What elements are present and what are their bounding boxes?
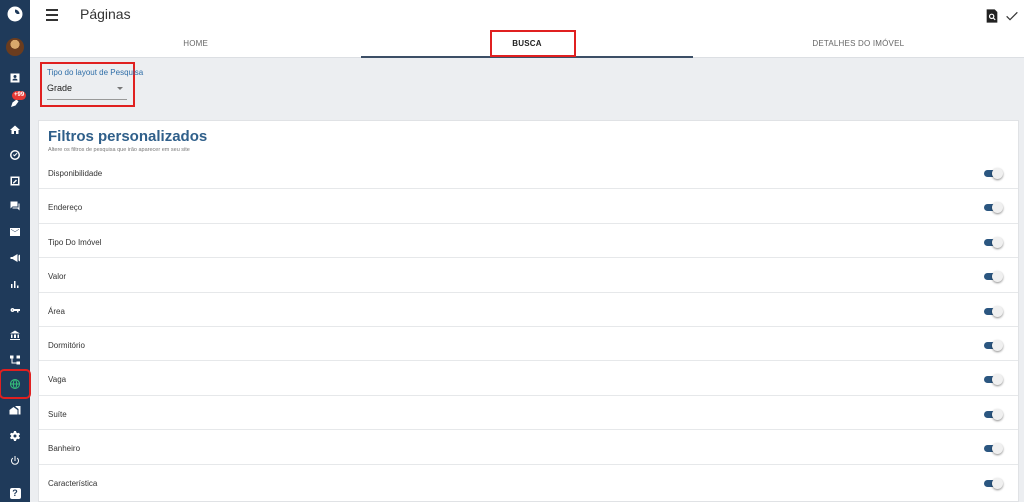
layout-type-label: Tipo do layout de Pesquisa xyxy=(47,68,144,77)
filters-title: Filtros personalizados xyxy=(48,128,208,145)
toggle-thumb xyxy=(992,271,1003,283)
filter-row: Vaga xyxy=(39,361,1018,396)
filter-row: Suíte xyxy=(39,396,1018,431)
filter-label: Característica xyxy=(48,478,98,488)
filter-row: Tipo Do Imóvel xyxy=(39,224,1018,259)
filter-row: Área xyxy=(39,293,1018,327)
filter-toggle[interactable] xyxy=(983,408,1003,420)
layout-type-select[interactable]: Tipo do layout de Pesquisa Grade xyxy=(40,62,143,107)
toggle-thumb xyxy=(992,477,1003,489)
filter-label: Valor xyxy=(48,272,67,282)
tab-highlight-box xyxy=(490,30,576,57)
preview-icon[interactable] xyxy=(984,8,1000,24)
notification-badge: +99 xyxy=(12,91,27,100)
filter-row: Valor xyxy=(39,258,1018,293)
gear-icon[interactable] xyxy=(0,426,30,446)
filter-label: Endereço xyxy=(48,203,83,213)
tab-detalhes-do-imovel[interactable]: DETALHES DO IMÓVEL xyxy=(693,32,1024,58)
filter-toggle[interactable] xyxy=(983,305,1003,317)
filter-toggle[interactable] xyxy=(983,271,1003,283)
check-circle-icon[interactable] xyxy=(0,145,30,165)
check-icon[interactable] xyxy=(1004,8,1020,24)
menu-icon[interactable] xyxy=(46,9,58,21)
toggle-thumb xyxy=(992,408,1003,420)
filter-toggle[interactable] xyxy=(983,202,1003,214)
notifications-icon[interactable]: +99 xyxy=(0,91,30,113)
filters-list: Disponibilidade Endereço Tipo Do Imóvel Val… xyxy=(39,155,1018,499)
toggle-thumb xyxy=(992,202,1003,214)
layout-type-value[interactable]: Grade xyxy=(47,83,72,93)
real-estate-icon[interactable] xyxy=(0,400,30,420)
help-icon[interactable]: ? xyxy=(0,483,30,502)
filter-row: Endereço xyxy=(39,189,1018,224)
select-underline xyxy=(47,99,127,100)
filter-toggle[interactable] xyxy=(983,477,1003,489)
page-title: Páginas xyxy=(80,6,131,22)
toggle-thumb xyxy=(992,236,1003,248)
mail-icon[interactable] xyxy=(0,222,30,242)
filter-toggle[interactable] xyxy=(983,339,1003,351)
filter-toggle[interactable] xyxy=(983,374,1003,386)
filters-subtitle: Altere os filtros de pesquisa que irão a… xyxy=(48,147,190,153)
filter-row: Dormitório xyxy=(39,327,1018,362)
filter-row: Banheiro xyxy=(39,430,1018,465)
filter-toggle[interactable] xyxy=(983,236,1003,248)
megaphone-icon[interactable] xyxy=(0,248,30,268)
filter-label: Banheiro xyxy=(48,444,81,454)
toggle-thumb xyxy=(992,305,1003,317)
sidebar: +99 ? xyxy=(0,0,31,502)
filter-label: Tipo Do Imóvel xyxy=(48,237,102,247)
filter-row: Característica xyxy=(39,465,1018,499)
top-bar: Páginas HOME BUSCA DETALHES DO IMÓVEL xyxy=(30,0,1024,58)
bar-chart-icon[interactable] xyxy=(0,274,30,294)
filters-card: Filtros personalizados Altere os filtros… xyxy=(38,120,1019,502)
filter-label: Área xyxy=(48,306,65,316)
toggle-thumb xyxy=(992,443,1003,455)
logo-icon[interactable] xyxy=(0,4,30,24)
filter-label: Vaga xyxy=(48,375,67,385)
avatar[interactable] xyxy=(0,37,30,57)
key-icon[interactable] xyxy=(0,300,30,320)
filter-label: Dormitório xyxy=(48,340,85,350)
power-icon[interactable] xyxy=(0,451,30,471)
edit-box-icon[interactable] xyxy=(0,171,30,191)
filter-label: Disponibilidade xyxy=(48,169,103,178)
toggle-thumb xyxy=(992,339,1003,351)
filter-label: Suíte xyxy=(48,409,67,419)
filter-row: Disponibilidade xyxy=(39,155,1018,190)
tab-home[interactable]: HOME xyxy=(30,32,361,58)
toggle-thumb xyxy=(992,374,1003,386)
sitemap-icon[interactable] xyxy=(0,350,30,370)
home-icon[interactable] xyxy=(0,120,30,140)
chat-icon[interactable] xyxy=(0,196,30,216)
globe-icon[interactable] xyxy=(0,369,31,399)
chevron-down-icon[interactable] xyxy=(117,87,123,90)
filter-toggle[interactable] xyxy=(983,443,1003,455)
bank-icon[interactable] xyxy=(0,325,30,345)
filter-toggle[interactable] xyxy=(983,168,1003,179)
toggle-thumb xyxy=(992,168,1003,179)
contact-card-icon[interactable] xyxy=(0,68,30,88)
